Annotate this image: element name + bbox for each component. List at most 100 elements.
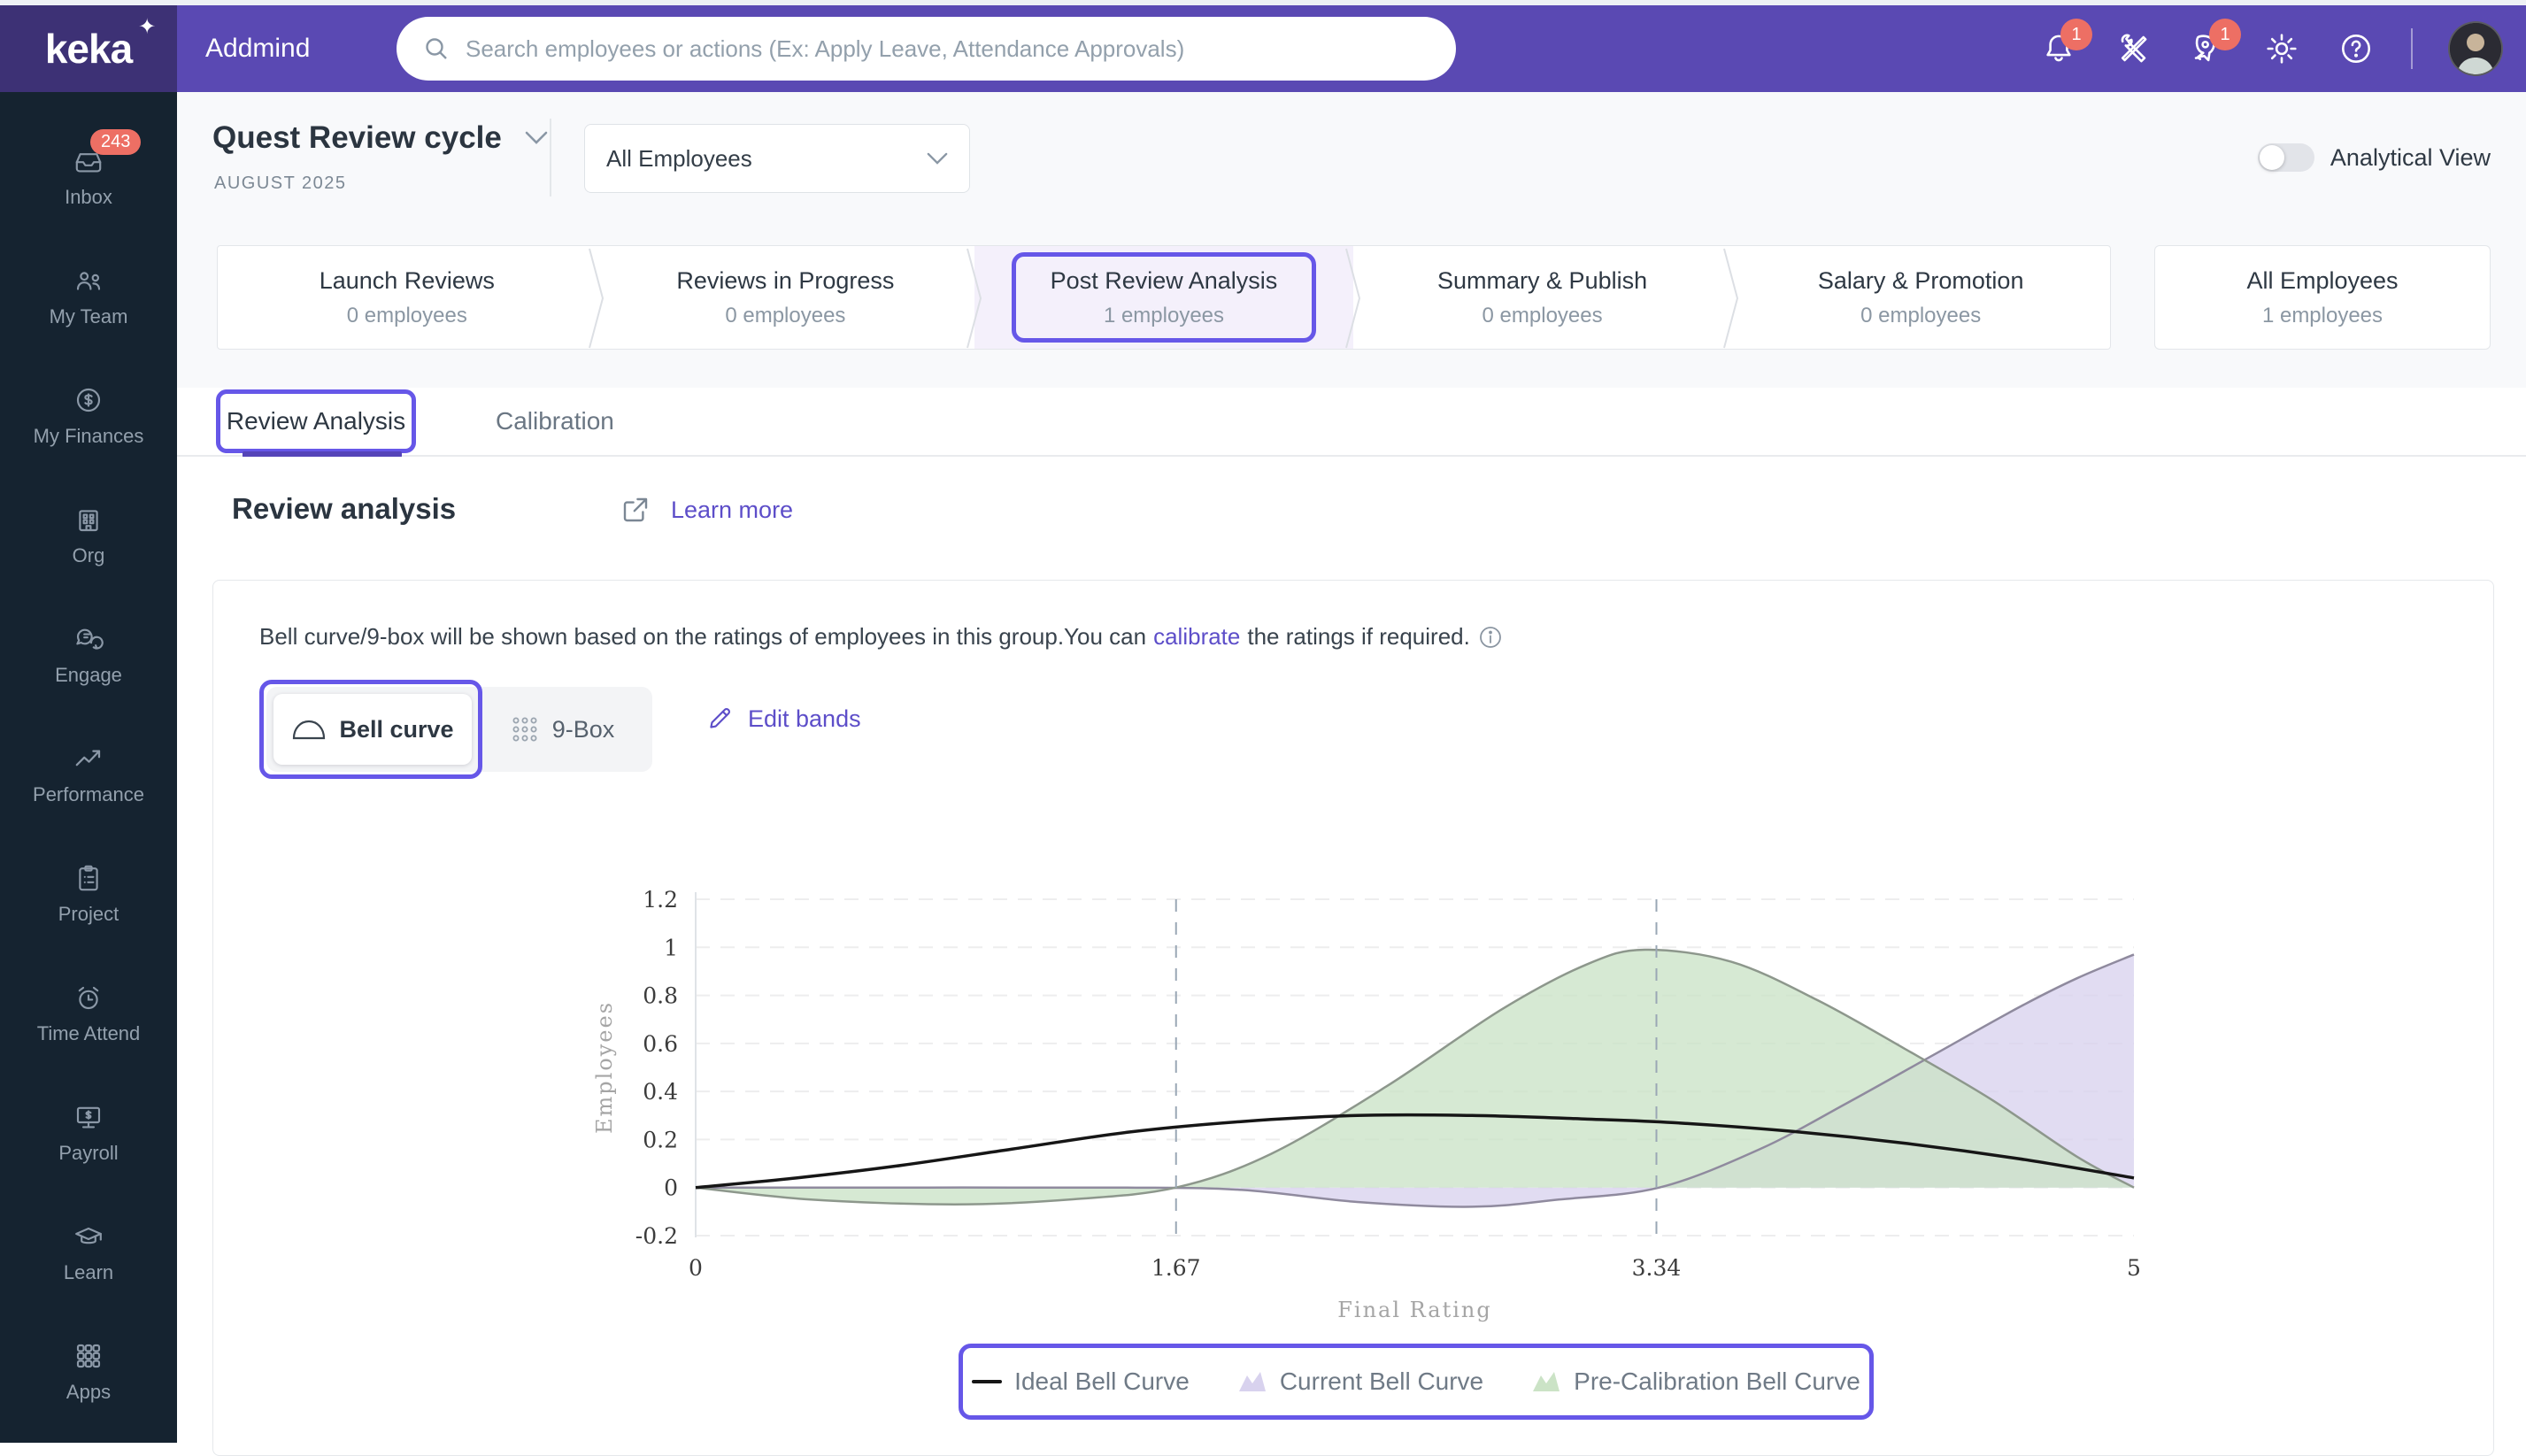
- settings-button[interactable]: [2262, 29, 2301, 68]
- tab-review-analysis[interactable]: Review Analysis: [216, 389, 416, 453]
- sidebar-item-engage[interactable]: Engage: [0, 595, 177, 714]
- user-avatar[interactable]: [2448, 21, 2503, 76]
- sidebar-item-org[interactable]: Org: [0, 475, 177, 595]
- bell-curve-chart: -0.2 0 0.2 0.4 0.6 0.8 1 1.2 0 1.67 3.34 5 Employees…: [585, 882, 2178, 1329]
- calibrate-link[interactable]: calibrate: [1153, 623, 1240, 651]
- top-navigation-bar: keka✦ Addmind 1 1: [0, 5, 2526, 92]
- svg-text:5: 5: [2127, 1255, 2141, 1281]
- global-search[interactable]: [397, 17, 1456, 81]
- logo-sparkle-icon: ✦: [138, 15, 156, 39]
- alarm-clock-icon: [73, 982, 104, 1013]
- sidebar-item-performance[interactable]: Performance: [0, 714, 177, 834]
- sidebar-item-apps[interactable]: Apps: [0, 1312, 177, 1431]
- svg-text:0.2: 0.2: [643, 1127, 678, 1152]
- chart-type-segmented-control: Bell curve 9-Box: [266, 687, 652, 772]
- apps-grid-icon: [73, 1340, 104, 1372]
- review-stage-pipeline: Launch Reviews 0 employees Reviews in Pr…: [217, 245, 2111, 350]
- stage-launch-reviews[interactable]: Launch Reviews 0 employees: [218, 246, 604, 349]
- legend-ideal-bell-curve[interactable]: Ideal Bell Curve: [972, 1367, 1190, 1396]
- legend-current-bell-curve[interactable]: Current Bell Curve: [1237, 1367, 1483, 1396]
- notifications-badge: 1: [2060, 19, 2092, 50]
- analytical-view-toggle[interactable]: [2257, 143, 2314, 172]
- graduation-cap-icon: [73, 1221, 104, 1252]
- org-name: Addmind: [205, 34, 311, 63]
- chart-legend: Ideal Bell Curve Current Bell Curve Pre-…: [959, 1344, 1874, 1420]
- sidebar-item-time-attend[interactable]: Time Attend: [0, 953, 177, 1073]
- tools-icon: [2121, 34, 2147, 63]
- analytical-view-label: Analytical View: [2330, 143, 2491, 171]
- sidebar-nav: 243 Inbox My Team My Finances Org Engage…: [0, 92, 177, 1443]
- legend-pre-calibration-bell-curve[interactable]: Pre-Calibration Bell Curve: [1531, 1367, 1860, 1396]
- search-icon: [426, 38, 447, 59]
- sidebar-item-my-finances[interactable]: My Finances: [0, 356, 177, 475]
- nine-box-grid-icon: [512, 717, 537, 742]
- help-button[interactable]: [2337, 29, 2376, 68]
- help-icon: [2342, 35, 2370, 63]
- dollar-icon: [73, 384, 104, 416]
- svg-text:3.34: 3.34: [1632, 1255, 1682, 1281]
- sidebar-item-payroll[interactable]: Payroll: [0, 1073, 177, 1192]
- inbox-badge: 243: [90, 128, 142, 155]
- all-employees-card[interactable]: All Employees 1 employees: [2154, 245, 2491, 350]
- app-root: keka✦ Addmind 1 1: [0, 0, 2526, 1456]
- sidebar-item-project[interactable]: Project: [0, 834, 177, 953]
- section-title: Review analysis: [232, 492, 457, 525]
- stage-summary-publish[interactable]: Summary & Publish 0 employees: [1353, 246, 1739, 349]
- cycle-period: AUGUST 2025: [214, 173, 347, 193]
- svg-text:Final Rating: Final Rating: [1337, 1298, 1491, 1322]
- whats-new-badge: 1: [2209, 19, 2241, 50]
- chevron-down-icon: [525, 131, 548, 144]
- team-icon: [73, 265, 104, 297]
- chevron-down-icon: [927, 152, 948, 165]
- tools-button[interactable]: [2114, 29, 2152, 68]
- svg-text:1.2: 1.2: [643, 887, 678, 913]
- stage-arrow-icon: [588, 248, 604, 349]
- clipboard-icon: [73, 862, 104, 894]
- keka-logo[interactable]: keka ✦: [0, 5, 177, 92]
- topbar-divider: [2411, 28, 2413, 69]
- tab-content: Review analysis Learn more Bell curve/9-…: [177, 457, 2526, 1456]
- svg-text:Employees: Employees: [592, 1001, 617, 1134]
- header-divider: [550, 119, 551, 196]
- stage-reviews-in-progress[interactable]: Reviews in Progress 0 employees: [597, 246, 982, 349]
- area-swatch-icon: [1238, 1372, 1266, 1391]
- stage-salary-promotion[interactable]: Salary & Promotion 0 employees: [1731, 246, 2110, 349]
- logo-text: keka: [44, 26, 133, 72]
- svg-text:1.67: 1.67: [1151, 1255, 1201, 1281]
- bell-curve-icon: [293, 720, 326, 740]
- sidebar-item-learn[interactable]: Learn: [0, 1192, 177, 1312]
- stage-post-review-analysis[interactable]: Post Review Analysis 1 employees: [974, 246, 1360, 349]
- whats-new-button[interactable]: 1: [2188, 19, 2241, 68]
- review-cycle-dropdown[interactable]: Quest Review cycle: [212, 120, 548, 156]
- inbox-icon: 243: [73, 128, 142, 177]
- tabs-row: Review Analysis Calibration: [177, 388, 2526, 458]
- main-content: Quest Review cycle AUGUST 2025 All Emplo…: [177, 92, 2526, 1456]
- building-icon: [73, 504, 104, 535]
- svg-text:0: 0: [689, 1255, 703, 1281]
- cycle-title-text: Quest Review cycle: [212, 120, 502, 155]
- info-icon[interactable]: [1477, 624, 1504, 651]
- external-link-icon: [623, 497, 648, 522]
- panel-description: Bell curve/9-box will be shown based on …: [259, 623, 1504, 651]
- toggle-knob: [2259, 145, 2284, 170]
- stage-arrow-icon: [967, 248, 982, 349]
- svg-text:0: 0: [664, 1175, 678, 1201]
- svg-text:0.8: 0.8: [643, 983, 678, 1009]
- svg-text:-0.2: -0.2: [635, 1223, 678, 1249]
- tab-calibration[interactable]: Calibration: [496, 388, 614, 455]
- nine-box-button[interactable]: 9-Box: [479, 694, 645, 765]
- notifications-button[interactable]: 1: [2039, 19, 2092, 68]
- learn-more-link[interactable]: Learn more: [620, 494, 793, 526]
- topbar-icons: 1 1: [2039, 5, 2503, 92]
- search-input[interactable]: [466, 35, 1429, 63]
- review-analysis-panel: Bell curve/9-box will be shown based on …: [212, 580, 2494, 1456]
- chat-bubbles-icon: [73, 623, 104, 655]
- bell-curve-button[interactable]: Bell curve: [273, 694, 472, 765]
- pencil-icon: [710, 707, 731, 728]
- sidebar-item-inbox[interactable]: 243 Inbox: [0, 117, 177, 236]
- employee-group-select[interactable]: All Employees: [584, 124, 970, 193]
- gear-icon: [2267, 34, 2297, 64]
- sidebar-item-my-team[interactable]: My Team: [0, 236, 177, 356]
- edit-bands-button[interactable]: Edit bands: [705, 705, 861, 733]
- payroll-monitor-icon: [73, 1101, 104, 1133]
